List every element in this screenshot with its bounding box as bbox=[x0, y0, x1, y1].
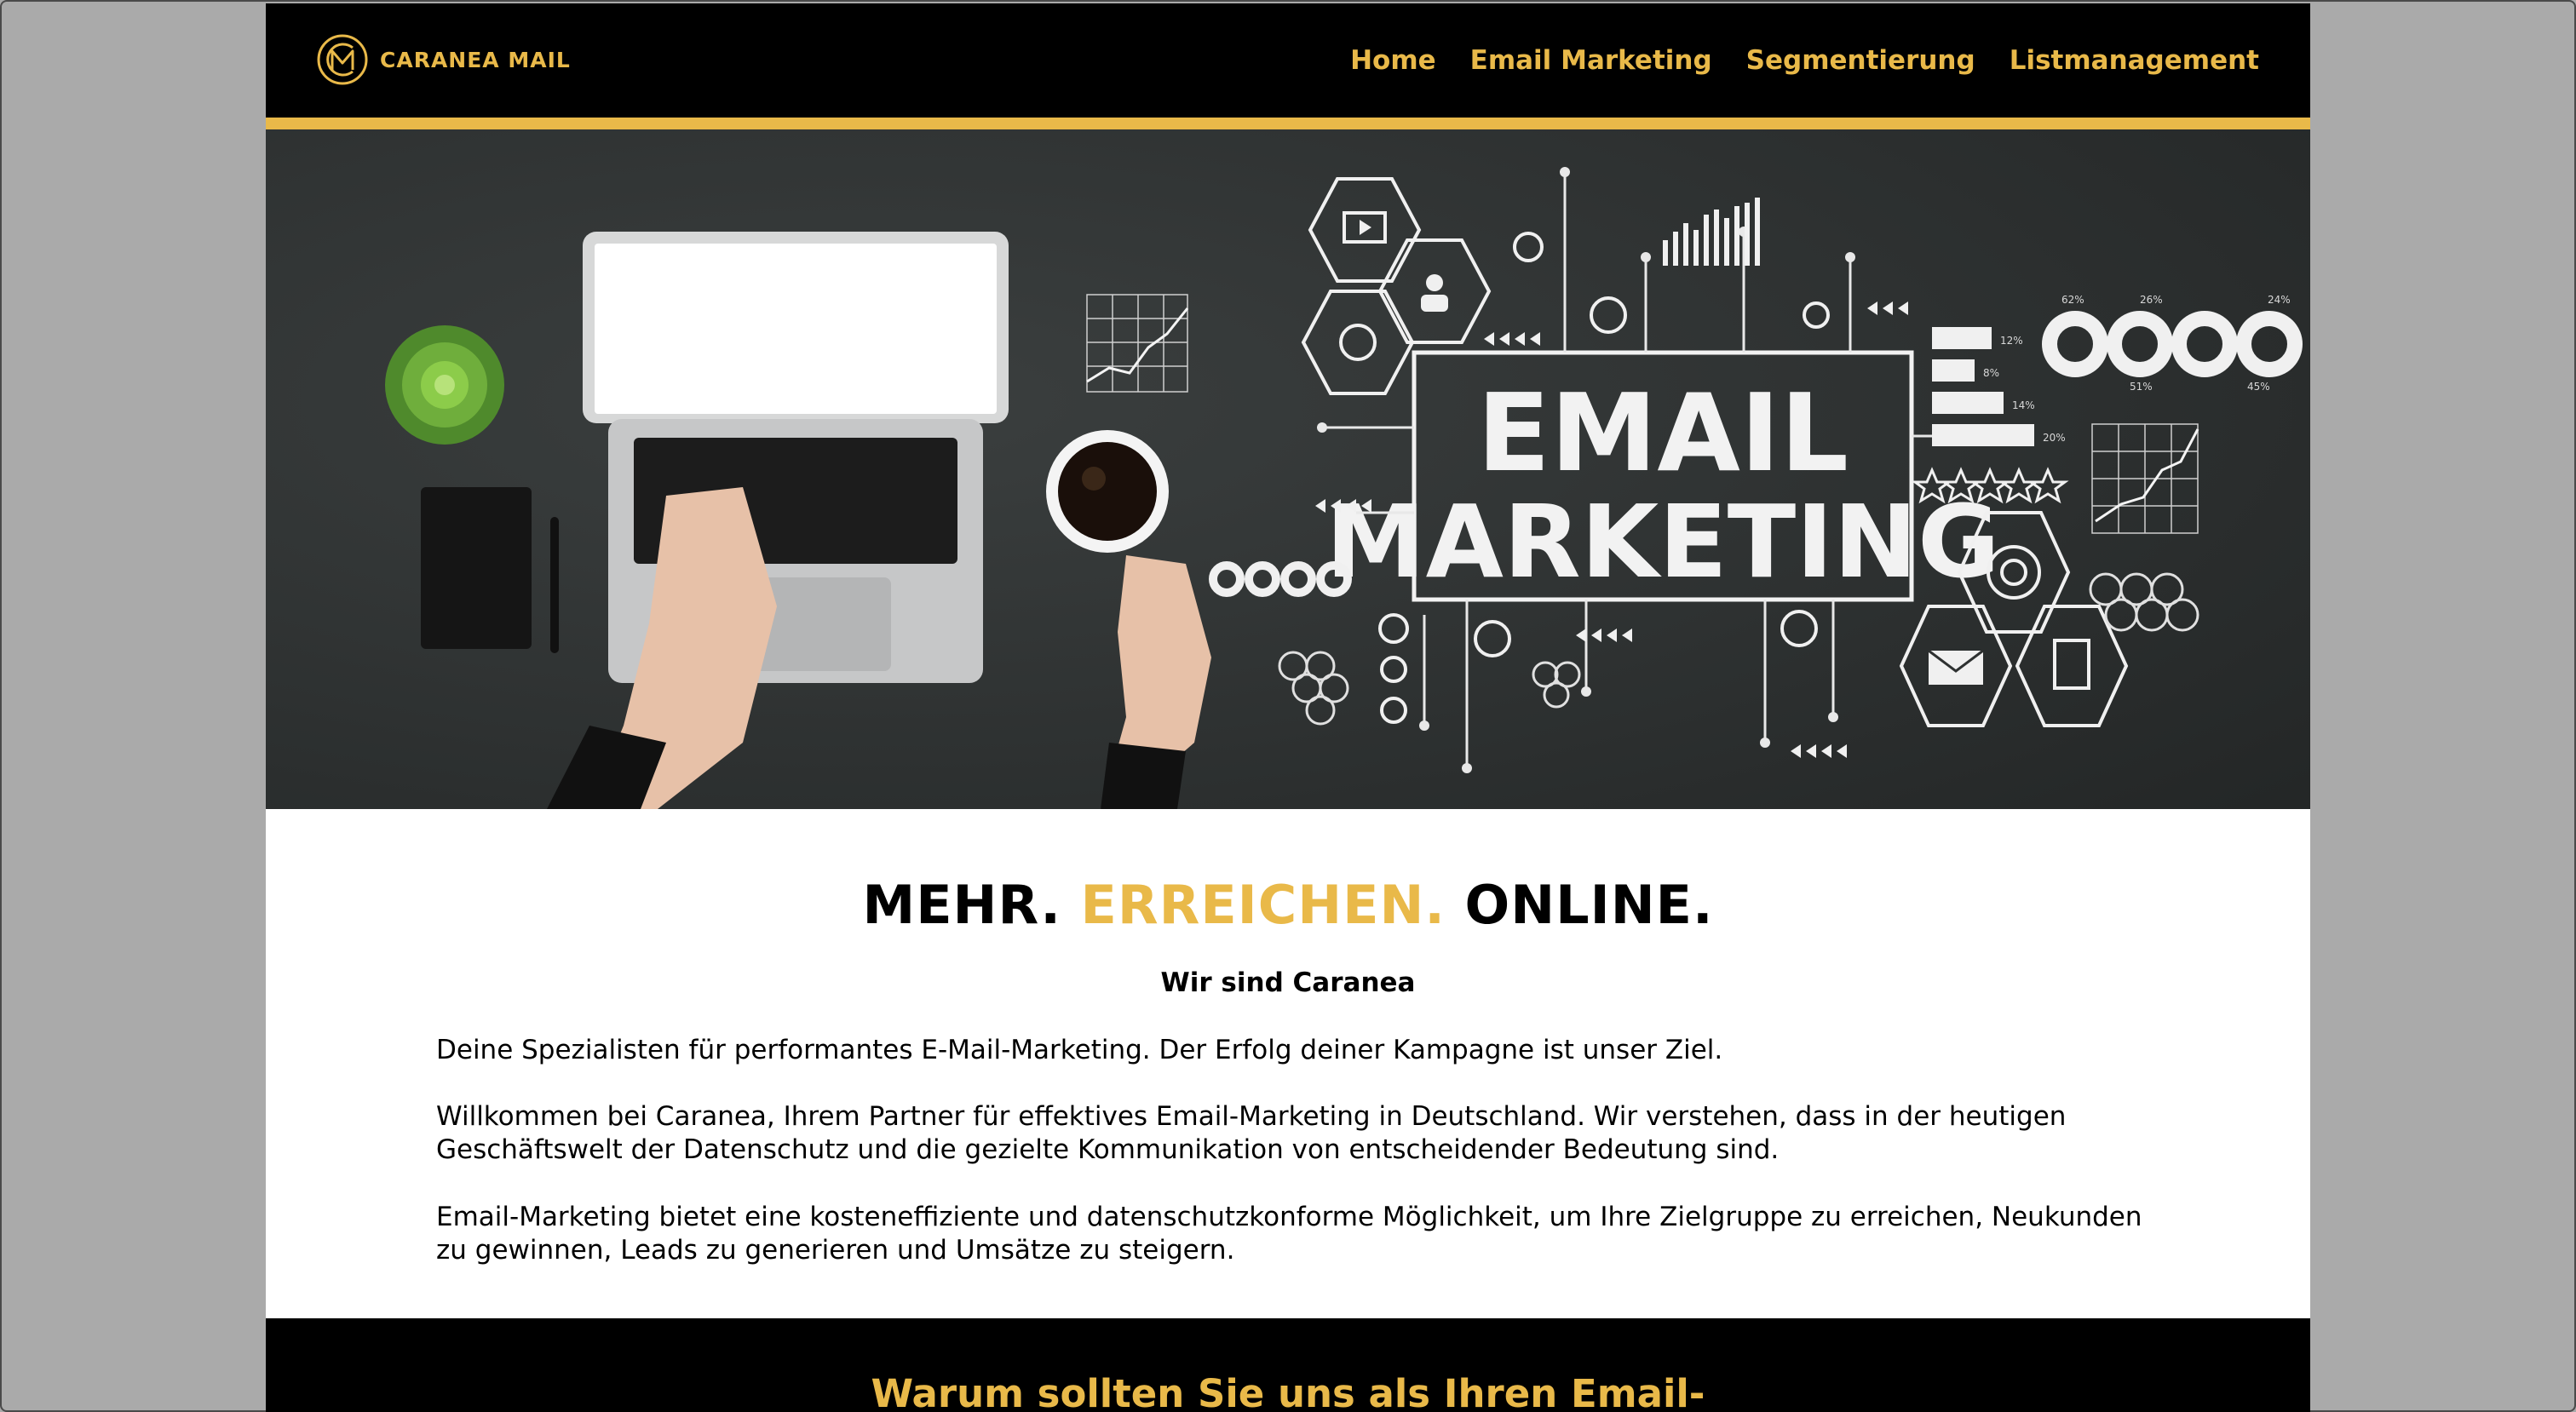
header-accent-bar bbox=[266, 118, 2310, 129]
sleeve-right bbox=[1101, 743, 1186, 809]
headline-part-online: ONLINE. bbox=[1464, 874, 1714, 936]
nav-email-marketing[interactable]: Email Marketing bbox=[1470, 45, 1712, 76]
intro-section: MEHR. ERREICHEN. ONLINE. Wir sind Carane… bbox=[266, 809, 2310, 1318]
site-header: CARANEA MAIL Home Email Marketing Segmen… bbox=[266, 3, 2310, 118]
svg-text:12%: 12% bbox=[2000, 335, 2023, 347]
svg-text:20%: 20% bbox=[2043, 432, 2066, 444]
succulent-plant bbox=[385, 325, 504, 445]
svg-text:51%: 51% bbox=[2130, 381, 2153, 393]
svg-text:14%: 14% bbox=[2012, 399, 2035, 411]
cm-monogram-logo-icon bbox=[317, 34, 368, 85]
intro-paragraph-3: Email-Marketing bietet eine kosteneffizi… bbox=[436, 1202, 2142, 1266]
intro-paragraph-1: Deine Spezialisten für performantes E-Ma… bbox=[436, 1035, 1723, 1065]
main-nav: Home Email Marketing Segmentierung Listm… bbox=[1350, 3, 2259, 118]
hero-image: EMAIL MARKETING 62% 26% 24% 51% 45% 12% … bbox=[266, 129, 2310, 809]
svg-text:45%: 45% bbox=[2247, 381, 2270, 393]
intro-paragraph-2: Willkommen bei Caranea, Ihrem Partner fü… bbox=[436, 1101, 2067, 1165]
web-page: CARANEA MAIL Home Email Marketing Segmen… bbox=[266, 3, 2310, 1412]
svg-text:24%: 24% bbox=[2268, 294, 2291, 306]
why-us-section: Warum sollten Sie uns als Ihren Email- bbox=[266, 1318, 2310, 1412]
svg-text:26%: 26% bbox=[2140, 294, 2163, 306]
hero-illustration: EMAIL MARKETING 62% 26% 24% 51% 45% 12% … bbox=[266, 129, 2310, 809]
headline-part-erreichen: ERREICHEN. bbox=[1080, 874, 1446, 936]
brand-logo-link[interactable]: CARANEA MAIL bbox=[315, 27, 571, 92]
hero-headline: MEHR. ERREICHEN. ONLINE. bbox=[266, 874, 2310, 936]
headline-part-mehr: MEHR. bbox=[862, 874, 1061, 936]
coffee-cup bbox=[1046, 430, 1169, 553]
hero-text-email: EMAIL bbox=[1477, 370, 1849, 496]
svg-text:8%: 8% bbox=[1983, 367, 1999, 379]
nav-segmentierung[interactable]: Segmentierung bbox=[1746, 45, 1975, 76]
laptop bbox=[583, 232, 1009, 683]
pen bbox=[550, 517, 559, 653]
notebook bbox=[421, 487, 532, 649]
why-us-title: Warum sollten Sie uns als Ihren Email- bbox=[871, 1371, 1705, 1412]
intro-subheading: Wir sind Caranea bbox=[1160, 967, 1416, 998]
nav-listmanagement[interactable]: Listmanagement bbox=[2010, 45, 2259, 76]
brand-name: CARANEA MAIL bbox=[380, 47, 571, 72]
svg-text:62%: 62% bbox=[2061, 294, 2084, 306]
nav-home[interactable]: Home bbox=[1350, 45, 1436, 76]
hero-text-marketing: MARKETING bbox=[1325, 483, 2000, 600]
